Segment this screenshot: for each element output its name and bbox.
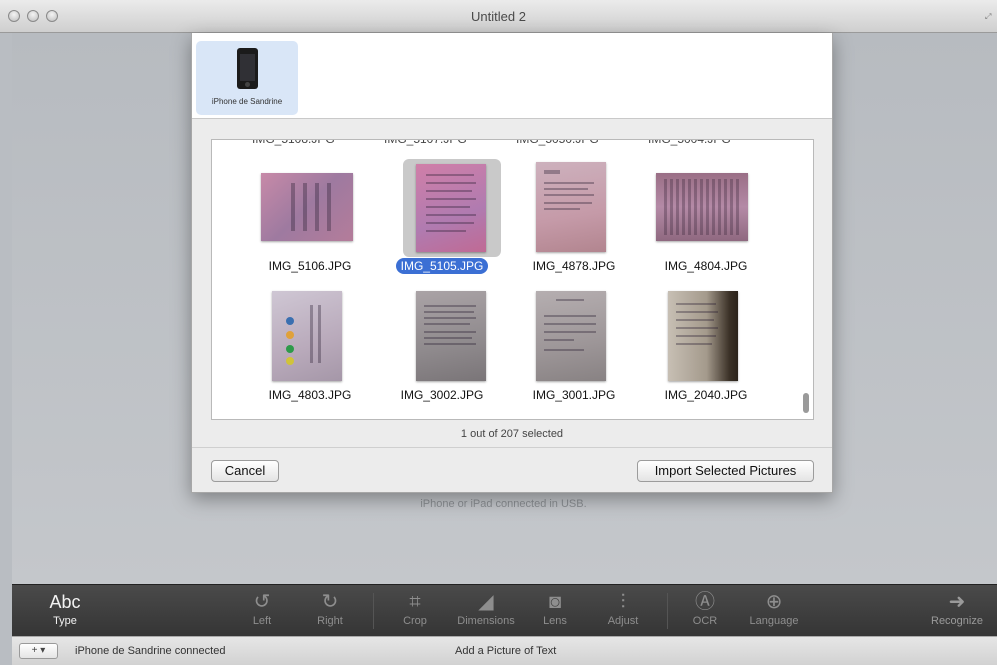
selection-status: 1 out of 207 selected — [460, 428, 564, 440]
photo-thumbnail — [245, 159, 375, 261]
status-message: Add a Picture of Text — [455, 645, 557, 657]
device-item[interactable]: iPhone de Sandrine — [196, 41, 298, 115]
previous-row-labels: IMG_5108.JPG IMG_5107.JPG IMG_5050.JPG I… — [212, 140, 812, 146]
photo-filename: IMG_4803.JPG — [268, 388, 352, 402]
crop-button[interactable]: ⌗ Crop — [395, 585, 435, 637]
globe-icon: ⊕ — [765, 591, 783, 613]
photo-filename: IMG_4878.JPG — [532, 259, 616, 273]
type-button[interactable]: Abc Type — [30, 585, 100, 637]
photo-item[interactable]: IMG_4878.JPG — [509, 159, 639, 283]
bottom-toolbar: Abc Type ↺ Left ↻ Right ⌗ Crop ◢ Dimensi… — [12, 584, 997, 636]
photo-thumbnail — [641, 288, 771, 390]
dimensions-button[interactable]: ◢ Dimensions — [452, 585, 520, 637]
camera-icon: ◙ — [548, 591, 562, 613]
photo-thumbnail — [509, 159, 639, 261]
device-name: iPhone de Sandrine — [211, 97, 283, 106]
crop-icon: ⌗ — [409, 591, 421, 613]
import-pictures-sheet: iPhone de Sandrine IMG_5108.JPG IMG_5107… — [191, 33, 833, 493]
photo-filename: IMG_4804.JPG — [664, 259, 748, 273]
photo-filename: IMG_5105.JPG — [367, 258, 517, 274]
photo-filename: IMG_3001.JPG — [532, 388, 616, 402]
adjust-button[interactable]: ⫶ Adjust — [600, 585, 646, 637]
rotate-left-button[interactable]: ↺ Left — [242, 585, 282, 637]
scrollbar-thumb[interactable] — [803, 393, 809, 413]
photo-item[interactable]: IMG_4804.JPG — [641, 159, 771, 283]
device-list: iPhone de Sandrine — [192, 33, 832, 119]
import-selected-pictures-button[interactable]: Import Selected Pictures — [637, 460, 814, 482]
rotate-right-icon: ↻ — [321, 591, 339, 613]
connection-status: iPhone de Sandrine connected — [75, 645, 226, 657]
rotate-right-button[interactable]: ↻ Right — [309, 585, 351, 637]
photo-filename: IMG_3002.JPG — [400, 388, 484, 402]
photo-item-selected[interactable]: IMG_5105.JPG — [377, 159, 507, 283]
photo-thumbnail — [641, 159, 771, 261]
iphone-icon — [237, 48, 258, 89]
dimensions-icon: ◢ — [478, 591, 494, 613]
photo-thumbnail — [377, 159, 507, 261]
recognize-button[interactable]: ➜ Recognize — [922, 585, 992, 637]
rotate-left-icon: ↺ — [253, 591, 271, 613]
status-bar: + ▾ iPhone de Sandrine connected Add a P… — [12, 636, 997, 665]
ocr-icon: Ⓐ — [695, 591, 715, 613]
window-titlebar: Untitled 2 ⤢ — [0, 0, 997, 33]
photo-thumbnail — [245, 288, 375, 390]
photo-item[interactable]: IMG_2040.JPG — [641, 288, 771, 412]
type-glyph: Abc — [49, 592, 81, 612]
add-menu-button[interactable]: + ▾ — [19, 643, 58, 659]
arrow-right-circle-icon: ➜ — [948, 591, 966, 613]
window-title: Untitled 2 — [471, 9, 526, 24]
fullscreen-icon[interactable]: ⤢ — [985, 12, 993, 21]
photo-filename: IMG_2040.JPG — [664, 388, 748, 402]
background-hint: iPhone or iPad connected in USB. — [420, 498, 587, 510]
grid-scrollbar[interactable] — [801, 145, 811, 415]
photo-item[interactable]: IMG_3002.JPG — [377, 288, 507, 412]
ocr-button[interactable]: Ⓐ OCR — [687, 585, 723, 637]
photo-thumbnail — [377, 288, 507, 390]
sliders-icon: ⫶ — [620, 591, 626, 613]
language-button[interactable]: ⊕ Language — [742, 585, 806, 637]
photo-filename: IMG_5106.JPG — [268, 259, 352, 273]
photo-item[interactable]: IMG_3001.JPG — [509, 288, 639, 412]
lens-button[interactable]: ◙ Lens — [537, 585, 573, 637]
photo-grid[interactable]: IMG_5108.JPG IMG_5107.JPG IMG_5050.JPG I… — [211, 139, 814, 420]
cancel-button[interactable]: Cancel — [211, 460, 279, 482]
photo-item[interactable]: IMG_4803.JPG — [245, 288, 375, 412]
photo-thumbnail — [509, 288, 639, 390]
toolbar-separator — [667, 593, 668, 629]
toolbar-separator — [373, 593, 374, 629]
divider — [192, 447, 832, 448]
photo-item[interactable]: IMG_5106.JPG — [245, 159, 375, 283]
